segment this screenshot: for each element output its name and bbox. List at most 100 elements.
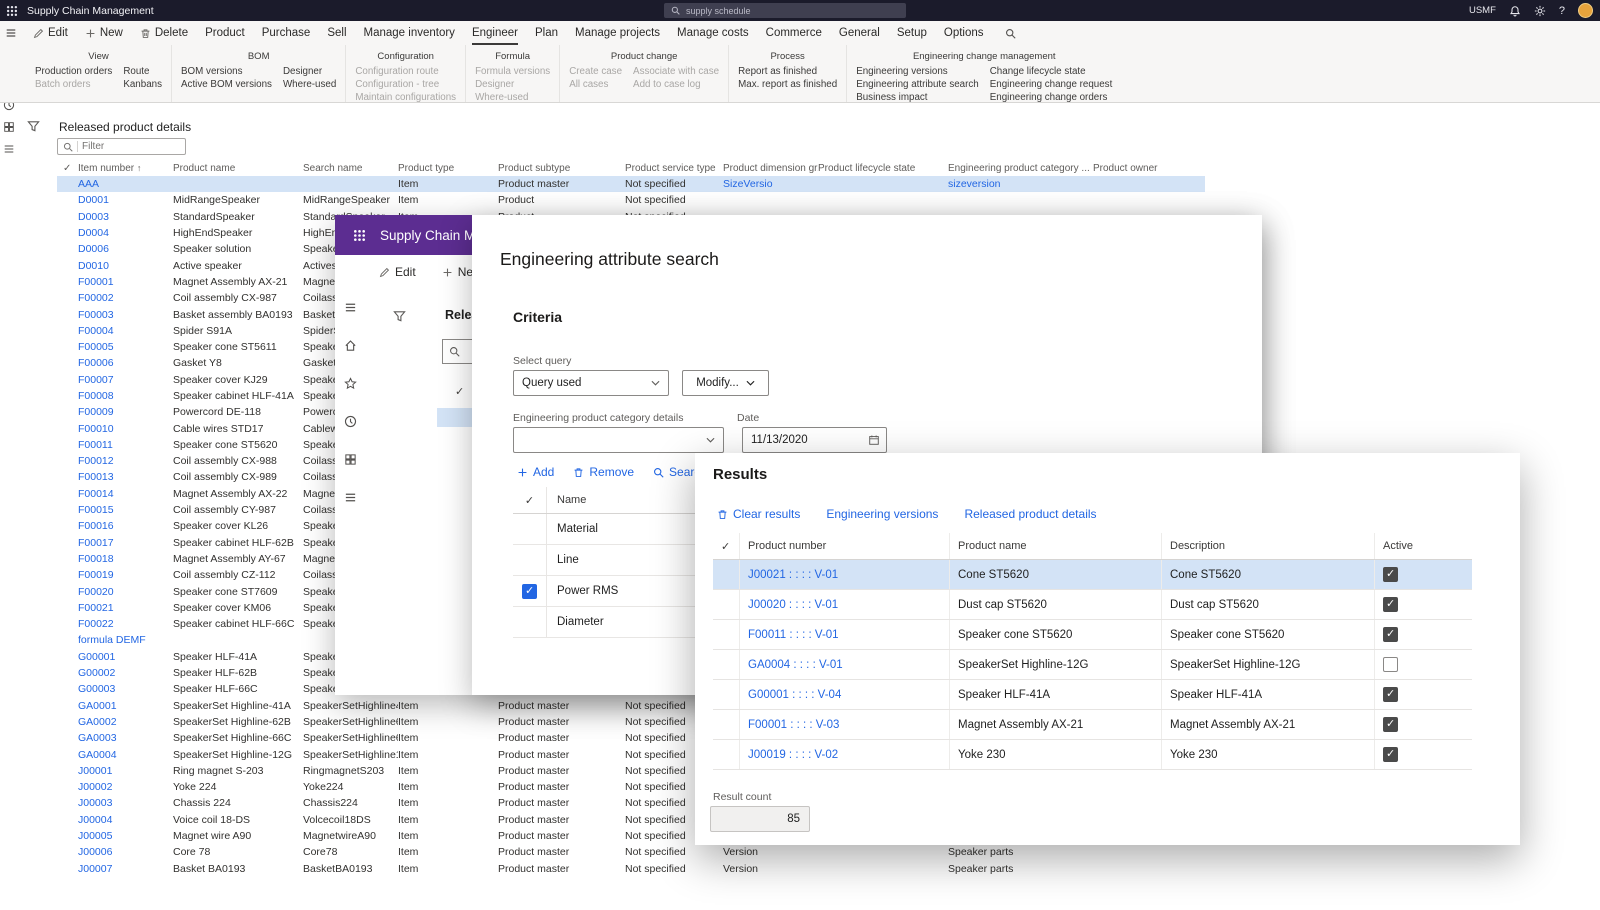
filter-pane-icon[interactable] — [393, 310, 406, 323]
cell-item-number[interactable]: G00001 — [78, 651, 173, 663]
remove-button[interactable]: Remove — [573, 465, 634, 479]
cell-product-number[interactable]: J00019 : : : : V-02 — [740, 740, 950, 769]
ribbon-item[interactable]: Create case — [569, 66, 622, 78]
row-select-cell[interactable] — [713, 650, 740, 679]
cell-eng-category[interactable]: Speaker parts — [948, 863, 1093, 875]
col-header-active[interactable]: Active — [1375, 533, 1472, 559]
ribbon-item[interactable]: Engineering change request — [990, 79, 1113, 91]
attribute-checkbox-cell[interactable] — [513, 607, 547, 637]
menubar-search-icon[interactable] — [1005, 28, 1016, 39]
row-select-cell[interactable] — [713, 740, 740, 769]
cell-item-number[interactable]: F00014 — [78, 488, 173, 500]
cell-product-number[interactable]: G00001 : : : : V-04 — [740, 680, 950, 709]
select-all-checkmark[interactable]: ✓ — [713, 533, 740, 559]
cell-product-number[interactable]: F00011 : : : : V-01 — [740, 620, 950, 649]
cell-dimension-group[interactable]: Version — [723, 846, 818, 858]
help-icon[interactable]: ? — [1559, 5, 1565, 17]
active-checkbox[interactable] — [1383, 687, 1398, 702]
modules-icon[interactable] — [3, 143, 15, 155]
row-select-cell[interactable] — [713, 590, 740, 619]
ribbon-item[interactable]: Where-used — [283, 79, 336, 91]
clock-icon[interactable] — [344, 415, 357, 428]
result-row[interactable]: F00011 : : : : V-01 Speaker cone ST5620 … — [713, 620, 1472, 650]
active-checkbox[interactable] — [1383, 627, 1398, 642]
cell-item-number[interactable]: D0001 — [78, 194, 173, 206]
cell-item-number[interactable]: J00002 — [78, 781, 173, 793]
ribbon-item[interactable]: Production orders — [35, 66, 112, 78]
menu-engineer[interactable]: Engineer — [472, 21, 518, 45]
cell-item-number[interactable]: GA0001 — [78, 700, 173, 712]
avatar[interactable] — [1578, 3, 1593, 18]
bell-icon[interactable] — [1509, 5, 1521, 17]
modify-button[interactable]: Modify... — [682, 370, 769, 396]
col-header-dimension-group[interactable]: Product dimension gr... — [723, 163, 818, 174]
col-header-product-type[interactable]: Product type — [398, 163, 498, 174]
ribbon-item[interactable]: Maintain configurations — [355, 92, 456, 104]
col-header-service-type[interactable]: Product service type — [625, 163, 723, 174]
col-header-item-number[interactable]: Item number ↑ — [78, 163, 173, 174]
ribbon-item[interactable]: Route — [123, 66, 162, 78]
cell-item-number[interactable]: J00001 — [78, 765, 173, 777]
attribute-checkbox-cell[interactable] — [513, 545, 547, 575]
menu-edit[interactable]: Edit — [33, 21, 68, 45]
menu-sell[interactable]: Sell — [327, 21, 346, 45]
col-header-product-number[interactable]: Product number — [740, 533, 950, 559]
cell-product-number[interactable]: F00001 : : : : V-03 — [740, 710, 950, 739]
calendar-icon[interactable] — [868, 434, 880, 446]
cell-item-number[interactable]: G00003 — [78, 683, 173, 695]
menu-manage-projects[interactable]: Manage projects — [575, 21, 660, 45]
ribbon-item[interactable]: Batch orders — [35, 79, 112, 91]
col-header-name[interactable]: Name — [547, 494, 586, 506]
result-row[interactable]: J00021 : : : : V-01 Cone ST5620 Cone ST5… — [713, 560, 1472, 590]
result-row[interactable]: F00001 : : : : V-03 Magnet Assembly AX-2… — [713, 710, 1472, 740]
cell-product-number[interactable]: GA0004 : : : : V-01 — [740, 650, 950, 679]
cell-item-number[interactable]: GA0003 — [78, 732, 173, 744]
cell-item-number[interactable]: J00003 — [78, 797, 173, 809]
select-all-checkmark[interactable]: ✓ — [57, 163, 78, 174]
cell-item-number[interactable]: GA0002 — [78, 716, 173, 728]
released-product-details-button[interactable]: Released product details — [964, 507, 1096, 521]
ribbon-item[interactable]: All cases — [569, 79, 622, 91]
engineering-versions-button[interactable]: Engineering versions — [826, 507, 938, 521]
row-select-cell[interactable] — [713, 680, 740, 709]
global-search-input[interactable]: supply schedule — [664, 3, 906, 18]
menu-general[interactable]: General — [839, 21, 880, 45]
cell-item-number[interactable]: F00002 — [78, 292, 173, 304]
ribbon-item[interactable]: Where-used — [475, 92, 550, 104]
col-header-product-owner[interactable]: Product owner — [1093, 163, 1205, 174]
add-button[interactable]: Add — [517, 465, 554, 479]
ribbon-item[interactable]: Report as finished — [738, 66, 837, 78]
select-all-checkmark[interactable]: ✓ — [513, 487, 547, 513]
cell-item-number[interactable]: F00004 — [78, 325, 173, 337]
active-checkbox[interactable] — [1383, 747, 1398, 762]
cell-eng-category[interactable]: Speaker parts — [948, 846, 1093, 858]
cell-item-number[interactable]: F00007 — [78, 374, 173, 386]
active-checkbox[interactable] — [1383, 567, 1398, 582]
menu-manage-inventory[interactable]: Manage inventory — [364, 21, 455, 45]
cell-item-number[interactable]: J00005 — [78, 830, 173, 842]
active-checkbox[interactable] — [1383, 657, 1398, 672]
menu-commerce[interactable]: Commerce — [766, 21, 822, 45]
category-dropdown[interactable] — [513, 427, 724, 453]
workspaces-icon[interactable] — [3, 121, 15, 133]
menu-setup[interactable]: Setup — [897, 21, 927, 45]
cell-item-number[interactable]: F00001 — [78, 276, 173, 288]
workspaces-icon[interactable] — [344, 453, 357, 466]
row-select-cell[interactable] — [713, 620, 740, 649]
cell-item-number[interactable]: F00021 — [78, 602, 173, 614]
cell-item-number[interactable]: F00019 — [78, 569, 173, 581]
hamburger-icon[interactable] — [344, 301, 357, 314]
ribbon-item[interactable]: Engineering versions — [856, 66, 979, 78]
cell-item-number[interactable]: F00010 — [78, 423, 173, 435]
star-icon[interactable] — [344, 377, 357, 390]
menu-manage-costs[interactable]: Manage costs — [677, 21, 749, 45]
col-header-product-name[interactable]: Product name — [173, 163, 303, 174]
col-header-product-name[interactable]: Product name — [950, 533, 1162, 559]
result-row[interactable]: J00019 : : : : V-02 Yoke 230 Yoke 230 — [713, 740, 1472, 770]
result-row[interactable]: GA0004 : : : : V-01 SpeakerSet Highline-… — [713, 650, 1472, 680]
cell-item-number[interactable]: D0004 — [78, 227, 173, 239]
result-row[interactable]: G00001 : : : : V-04 Speaker HLF-41A Spea… — [713, 680, 1472, 710]
cell-eng-category[interactable]: sizeversion — [948, 178, 1093, 190]
table-row[interactable]: J00007 Basket BA0193 BasketBA0193 Item P… — [57, 860, 1205, 876]
ribbon-item[interactable]: Configuration - tree — [355, 79, 456, 91]
